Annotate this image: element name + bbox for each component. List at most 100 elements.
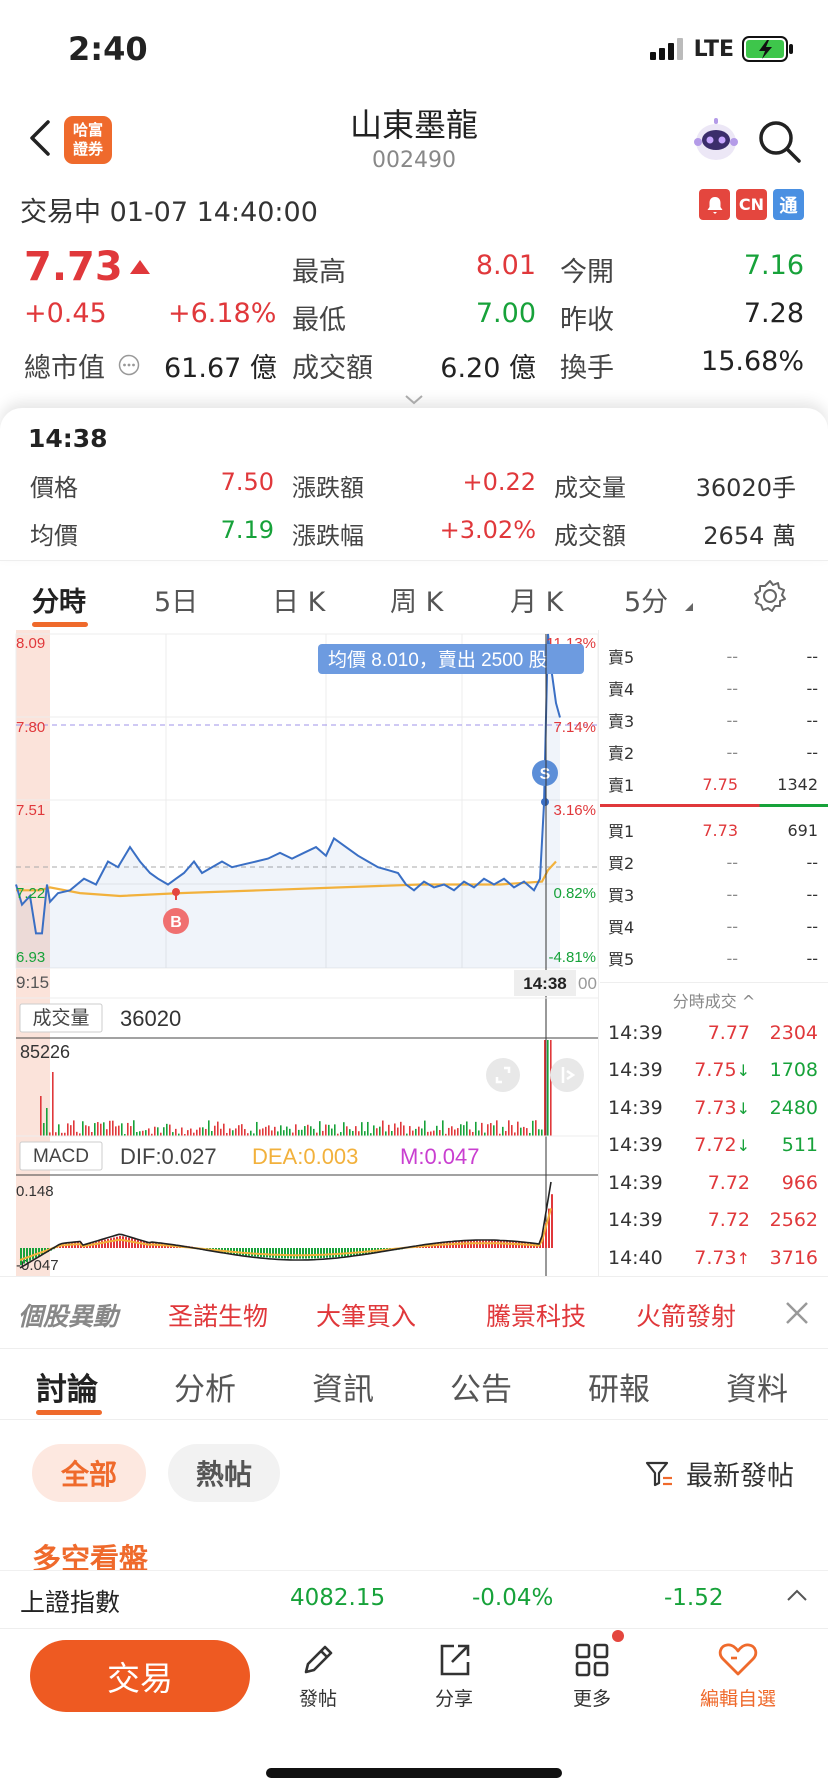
ai-robot-icon[interactable]	[688, 112, 744, 168]
trade-tooltip: 均價 8.010，賣出 2500 股	[328, 649, 548, 671]
tab-intraday[interactable]: 分時	[32, 580, 86, 619]
chevron-down-icon[interactable]	[404, 394, 424, 406]
divider	[600, 982, 828, 983]
mover-item[interactable]: 騰景科技	[486, 1297, 586, 1333]
header-badges: CN 通	[699, 189, 804, 220]
nav-more[interactable]: 更多	[542, 1640, 642, 1720]
volume-bar	[424, 1120, 426, 1136]
mover-item[interactable]: 大筆買入	[316, 1297, 416, 1333]
macd-dea: DEA:0.003	[252, 1144, 358, 1169]
ask-level[interactable]: 賣2 -- --	[608, 736, 818, 768]
volume-bar	[205, 1128, 207, 1136]
ask-level[interactable]: 賣3 -- --	[608, 704, 818, 736]
volume-bar	[91, 1132, 93, 1136]
tick-volume: 2480	[769, 1096, 818, 1119]
ask-level-name: 賣4	[608, 680, 635, 699]
volume-bar	[352, 1130, 354, 1136]
settings-gear-icon[interactable]	[752, 578, 788, 614]
volume-bar	[448, 1127, 450, 1136]
turnover-value: 15.68%	[701, 346, 804, 377]
detail-avg-label: 均價	[30, 522, 78, 550]
volume-bar	[436, 1125, 438, 1136]
macd-bar	[344, 1248, 346, 1257]
nav-edit-watchlist[interactable]: 編輯自選	[680, 1640, 796, 1720]
macd-bar	[323, 1248, 325, 1258]
index-name: 上證指數	[20, 1588, 121, 1617]
bid-level[interactable]: 買3 -- --	[608, 878, 818, 910]
intraday-chart[interactable]: 8.09 7.80 7.51 7.22 6.93 11.13% 7.14% 3.…	[0, 630, 600, 1276]
macd-bar	[320, 1248, 322, 1259]
detail-chgpct-label: 漲跌幅	[292, 522, 364, 550]
ask-level[interactable]: 賣4 -- --	[608, 672, 818, 704]
ticks-header[interactable]: 分時成交 ^	[600, 988, 828, 1012]
macd-bar	[257, 1248, 259, 1257]
volume-bar	[367, 1121, 369, 1136]
macd-bar	[314, 1248, 316, 1259]
macd-bar	[488, 1240, 490, 1248]
tab-5day[interactable]: 5日	[154, 580, 198, 619]
volume-bar	[49, 1132, 51, 1136]
macd-bar	[26, 1248, 28, 1263]
bid-level[interactable]: 買5 -- --	[608, 942, 818, 974]
volume-bar	[70, 1125, 72, 1136]
macd-bar	[131, 1238, 133, 1248]
nav-post[interactable]: 發帖	[268, 1640, 368, 1720]
trade-button[interactable]: 交易	[30, 1640, 250, 1712]
filter-all-pill[interactable]: 全部	[32, 1444, 146, 1502]
mover-item[interactable]: 火箭發射	[636, 1297, 736, 1333]
volume-bar	[403, 1125, 405, 1136]
chevron-up-icon[interactable]	[786, 1588, 808, 1602]
search-icon[interactable]	[756, 118, 802, 164]
tab-announcements[interactable]: 公告	[450, 1364, 512, 1409]
volume-bar	[145, 1130, 147, 1136]
volume-bar	[514, 1132, 516, 1136]
tab-research[interactable]: 研報	[588, 1364, 650, 1409]
volume-bar	[88, 1126, 90, 1136]
ask-level[interactable]: 賣5 -- --	[608, 640, 818, 672]
tab-analysis[interactable]: 分析	[174, 1364, 236, 1409]
macd-bar	[470, 1240, 472, 1248]
volume-bar	[442, 1120, 444, 1136]
mover-item[interactable]: 圣諾生物	[168, 1297, 268, 1333]
share-icon	[440, 1644, 470, 1676]
tab-discussion[interactable]: 討論	[36, 1364, 98, 1409]
ask-level[interactable]: 賣1 7.75 1342	[608, 768, 818, 800]
tab-news[interactable]: 資訊	[312, 1364, 374, 1409]
volume-bar	[244, 1129, 246, 1136]
volume-bar	[289, 1128, 291, 1136]
close-icon[interactable]	[784, 1300, 810, 1326]
volume-bar	[175, 1128, 177, 1136]
tab-monthly-k[interactable]: 月 K	[510, 580, 563, 619]
tab-5min[interactable]: 5分	[624, 580, 668, 619]
notification-dot	[612, 1630, 624, 1642]
volume-bars	[40, 1040, 552, 1136]
tab-profile[interactable]: 資料	[726, 1364, 788, 1409]
mktcap-value: 61.67 億	[164, 353, 277, 384]
filter-hot-pill[interactable]: 熱帖	[168, 1444, 280, 1502]
volume-bar	[301, 1129, 303, 1136]
tab-weekly-k[interactable]: 周 K	[390, 580, 443, 619]
macd-bar	[116, 1236, 118, 1248]
macd-axis-max: 0.148	[16, 1183, 54, 1200]
volume-bar	[505, 1131, 507, 1136]
price-area	[16, 634, 560, 968]
tab-daily-k[interactable]: 日 K	[272, 580, 325, 619]
info-more-icon[interactable]	[118, 354, 140, 376]
volume-bar	[130, 1126, 132, 1136]
bid-level[interactable]: 買4 -- --	[608, 910, 818, 942]
volume-bar	[496, 1120, 498, 1136]
volume-bar	[331, 1128, 333, 1136]
home-indicator[interactable]	[266, 1768, 562, 1778]
bid-level[interactable]: 買2 -- --	[608, 846, 818, 878]
index-pct: -0.04%	[472, 1585, 554, 1611]
high-value: 8.01	[475, 250, 536, 281]
bid-level-name: 買3	[608, 886, 635, 905]
volume-bar	[265, 1126, 267, 1136]
volume-bar	[241, 1124, 243, 1136]
dropdown-triangle-icon[interactable]	[682, 602, 694, 612]
price-alert-bell-icon[interactable]	[699, 189, 730, 220]
nav-share[interactable]: 分享	[404, 1640, 504, 1720]
bid-level[interactable]: 買1 7.73 691	[608, 814, 818, 846]
sort-latest-button[interactable]: 最新發帖	[644, 1454, 794, 1493]
index-value: 4082.15	[290, 1585, 386, 1611]
